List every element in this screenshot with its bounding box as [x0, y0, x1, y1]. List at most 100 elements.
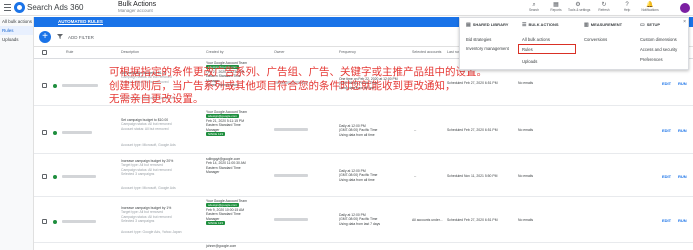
created-by-cell: johnm@google.com: [206, 244, 237, 248]
search-icon[interactable]: ⌕ Search: [524, 2, 544, 16]
redacted-owner: [274, 128, 308, 131]
rules-highlight-box: [518, 44, 576, 54]
edit-button[interactable]: EDIT: [662, 218, 671, 223]
status-dot: [53, 219, 57, 224]
tools-menu: × ▤ SHARED LIBRARY Bid strategies Invento…: [459, 17, 689, 70]
menu-column-setup: ▭ SETUP Custom dimensions Access and secu…: [636, 18, 690, 71]
status-dot: [53, 83, 57, 88]
column-header-created-by[interactable]: Created by: [206, 50, 224, 54]
menu-column-measurement: ▥ MEASUREMENT Conversions: [580, 18, 636, 71]
menu-item-inventory-management[interactable]: Inventory management: [466, 46, 509, 51]
menu-column-shared-library: ▤ SHARED LIBRARY Bid strategies Inventory…: [460, 18, 518, 71]
filter-icon[interactable]: [57, 34, 63, 39]
tab-automated-rules[interactable]: AUTOMATED RULES: [58, 19, 103, 25]
menu-item-preferences[interactable]: Preferences: [640, 57, 663, 62]
edit-button[interactable]: EDIT: [662, 174, 671, 179]
menu-heading-shared-library: ▤ SHARED LIBRARY: [466, 22, 509, 28]
created-by-cell: Your Google Account Team sdesign@google.…: [206, 110, 247, 137]
column-header-frequency[interactable]: Frequency: [339, 50, 356, 54]
annotation-line: 无需亲自更改设置。: [109, 93, 204, 106]
run-button[interactable]: RUN: [678, 128, 687, 133]
menu-heading-setup: ▭ SETUP: [640, 22, 661, 28]
bulk-actions-icon: ☰: [522, 22, 527, 28]
search-ads-logo: [14, 2, 25, 13]
row-checkbox[interactable]: [42, 130, 47, 135]
setup-icon: ▭: [640, 22, 645, 28]
menu-item-uploads[interactable]: Uploads: [522, 59, 537, 64]
row-checkbox[interactable]: [42, 219, 47, 224]
avatar[interactable]: [680, 3, 690, 13]
last-run: Scheduled Nov 11, 2021 5:50 PM: [447, 174, 498, 178]
table-row[interactable]: Increase campaign budget by 20% Target t…: [34, 154, 693, 197]
column-header-owner[interactable]: Owner: [274, 50, 285, 54]
redacted-owner: [274, 174, 308, 177]
redacted-rule-name: [62, 84, 98, 87]
tools-icon[interactable]: ⚙ Tools & settings: [568, 2, 590, 16]
menu-heading-bulk-actions: ☰ BULK ACTIONS: [522, 22, 559, 28]
status-dot: [53, 174, 57, 179]
column-header-selected-accounts[interactable]: Selected accounts: [412, 50, 441, 54]
page-title: Bulk Actions: [118, 1, 157, 8]
last-run: Scheduled Feb 27, 2020 6:51 PM: [447, 218, 498, 222]
sidebar-item-uploads[interactable]: Uploads: [0, 35, 33, 44]
rule-description: Increase campaign budget by 20% Target t…: [121, 159, 176, 190]
refresh-icon[interactable]: ↻ Refresh: [594, 2, 614, 16]
table-row[interactable]: Set campaign budget to $10.00 Campaign s…: [34, 106, 693, 154]
status-text: No emails: [518, 218, 534, 222]
row-checkbox[interactable]: [42, 174, 47, 179]
run-button[interactable]: RUN: [678, 81, 687, 86]
app-title: Search Ads 360: [27, 3, 84, 12]
annotation-line: 可根据指定的条件更改广告系列、广告组、广告、关键字或主推产品组中的设置。: [109, 66, 487, 78]
edit-button[interactable]: EDIT: [662, 128, 671, 133]
frequency-cell: Daily at 12:00 PM (GMT-08:00) Pacific Ti…: [339, 124, 378, 137]
annotation-line: 创建规则后，当广告系列或其他项目符合您的条件时您就能收到更改通知，: [109, 79, 456, 92]
selected-accounts: --: [414, 174, 417, 178]
select-all-checkbox[interactable]: [42, 50, 47, 55]
notifications-icon[interactable]: 🔔 Notifications: [640, 2, 660, 16]
selected-accounts: --: [414, 128, 417, 132]
rule-description: Increase campaign budget by 1% Target ty…: [121, 206, 182, 234]
redacted-rule-name: [62, 175, 96, 178]
column-header-rule[interactable]: Rule: [66, 50, 73, 54]
created-by-cell: sdlingqyi@google.com Feb 14, 2020 11:00:…: [206, 157, 246, 175]
run-button[interactable]: RUN: [678, 218, 687, 223]
rule-description: Set campaign budget to $10.00 Campaign s…: [121, 118, 176, 148]
menu-heading-measurement: ▥ MEASUREMENT: [584, 22, 623, 28]
add-rule-button[interactable]: +: [39, 31, 51, 43]
menu-icon[interactable]: [4, 4, 11, 11]
status-text: No emails: [518, 81, 534, 85]
sidebar: All bulk actions Rules Uploads: [0, 17, 34, 250]
redacted-rule-name: [62, 220, 96, 223]
table-row[interactable]: Increase campaign budget by 1% Target ty…: [34, 197, 693, 243]
menu-item-all-bulk-actions[interactable]: All bulk actions: [522, 37, 550, 42]
status-text: No emails: [518, 174, 534, 178]
row-checkbox[interactable]: [42, 83, 47, 88]
top-bar: Search Ads 360 Bulk Actions Manager acco…: [0, 0, 693, 16]
menu-item-custom-dimensions[interactable]: Custom dimensions: [640, 37, 677, 42]
menu-item-conversions[interactable]: Conversions: [584, 37, 607, 42]
column-header-description[interactable]: Description: [121, 50, 139, 54]
created-by-cell: Your Google Account Team sdesign@google.…: [206, 199, 247, 226]
status-text: No emails: [518, 128, 534, 132]
add-filter-button[interactable]: ADD FILTER: [68, 35, 94, 40]
sidebar-item-rules[interactable]: Rules: [0, 26, 33, 35]
help-icon[interactable]: ? Help: [617, 2, 637, 16]
table-row[interactable]: johnm@google.com: [34, 243, 693, 250]
page-subtitle: Manager account: [118, 8, 153, 13]
run-button[interactable]: RUN: [678, 174, 687, 179]
sidebar-item-all-bulk-actions[interactable]: All bulk actions: [0, 17, 33, 26]
annotation-overlay: 可根据指定的条件更改广告系列、广告组、广告、关键字或主推产品组中的设置。 创建规…: [109, 66, 487, 107]
frequency-cell: Daily at 12:00 PM (GMT-08:00) Pacific Ti…: [339, 213, 381, 226]
status-dot: [53, 130, 57, 135]
redacted-rule-name: [62, 131, 92, 134]
last-run: Scheduled Feb 27, 2020 6:51 PM: [447, 128, 498, 132]
menu-item-bid-strategies[interactable]: Bid strategies: [466, 37, 491, 42]
selected-accounts: All accounts under...: [412, 218, 443, 222]
edit-button[interactable]: EDIT: [662, 81, 671, 86]
shared-library-icon: ▤: [466, 22, 471, 28]
redacted-owner: [274, 218, 308, 221]
frequency-cell: Daily at 12:00 PM (GMT-08:00) Pacific Ti…: [339, 169, 378, 182]
measurement-icon: ▥: [584, 22, 589, 28]
menu-item-access-and-security[interactable]: Access and security: [640, 47, 677, 52]
reports-icon[interactable]: ▦ Reports: [546, 2, 566, 16]
